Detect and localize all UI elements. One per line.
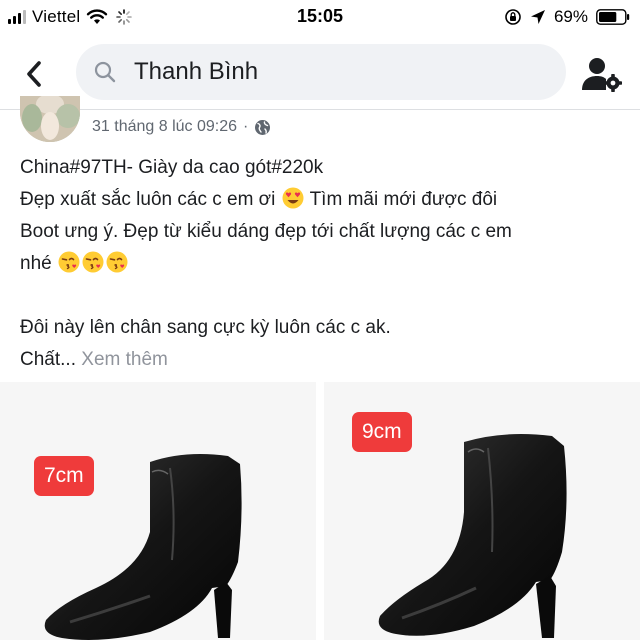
post-timestamp[interactable]: 31 tháng 8 lúc 09:26: [92, 118, 237, 136]
kissing-heart-emoji: [106, 251, 128, 273]
ankle-boot-image: [44, 454, 242, 640]
size-badge: 9cm: [352, 412, 412, 452]
post-line: nhé: [20, 248, 620, 280]
back-button[interactable]: [16, 56, 52, 92]
post-photo-1[interactable]: 7cm: [0, 382, 316, 640]
see-more-link[interactable]: Xem thêm: [81, 349, 168, 370]
post-meta: 31 tháng 8 lúc 09:26 ·: [92, 118, 271, 136]
status-right: 69%: [504, 6, 630, 28]
post-line: Boot ưng ý. Đẹp từ kiểu dáng đẹp tới chấ…: [20, 221, 512, 242]
search-bar[interactable]: [76, 44, 566, 100]
chevron-left-icon: [27, 61, 41, 87]
status-bar: Viettel 15:05 69%: [0, 0, 640, 34]
post-body: China#97TH- Giày da cao gót#220k Đẹp xuấ…: [20, 152, 620, 376]
search-icon: [94, 61, 116, 83]
person-gear-icon: [582, 58, 622, 92]
battery-percent: 69%: [553, 7, 588, 26]
post-line: Chất... Xem thêm: [20, 349, 168, 370]
post-line: Đẹp xuất sắc luôn các c em ơi Tìm mãi mớ…: [20, 187, 498, 210]
post-line: China#97TH- Giày da cao gót#220k: [20, 157, 324, 178]
photo-grid: 7cm 9cm: [0, 382, 640, 640]
battery-icon: [596, 9, 630, 25]
size-badge: 7cm: [34, 456, 94, 496]
kissing-heart-emoji: [82, 251, 104, 273]
search-header: [0, 34, 640, 110]
location-arrow-icon: [530, 10, 545, 24]
avatar[interactable]: [20, 96, 80, 142]
post-photo-2[interactable]: 9cm: [324, 382, 640, 640]
orientation-lock-icon: [505, 9, 521, 25]
profile-settings-button[interactable]: [580, 54, 624, 94]
meta-separator: ·: [243, 118, 249, 135]
post-header: 31 tháng 8 lúc 09:26 ·: [0, 96, 640, 146]
globe-icon: [255, 119, 271, 135]
search-input[interactable]: [134, 58, 554, 86]
post-line: Đôi này lên chân sang cực kỳ luôn các c …: [20, 317, 391, 338]
heart-eyes-emoji: [282, 187, 304, 209]
kissing-heart-emoji: [58, 251, 80, 273]
